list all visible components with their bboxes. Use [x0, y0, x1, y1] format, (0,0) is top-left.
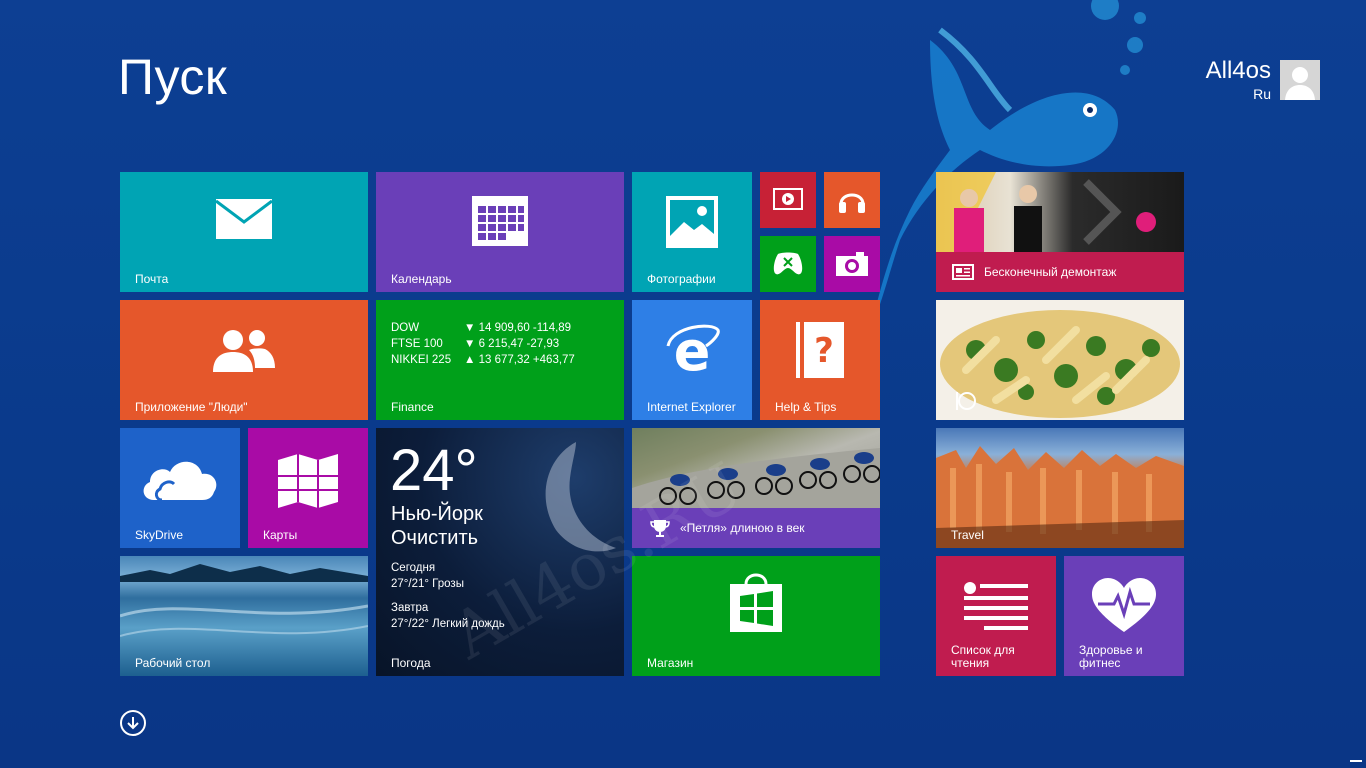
news-photo: [936, 172, 1184, 252]
calendar-icon: [472, 196, 528, 246]
tile-label: SkyDrive: [135, 527, 184, 542]
user-icon: [1285, 67, 1315, 100]
mail-icon: [215, 199, 273, 239]
tile-label: Бесконечный демонтаж: [984, 265, 1117, 279]
tile-people[interactable]: Приложение "Люди": [120, 300, 368, 420]
weather-city: Нью-Йорк: [391, 503, 483, 525]
tile-label: Календарь: [391, 271, 452, 286]
tile-skydrive[interactable]: SkyDrive: [120, 428, 240, 548]
forecast-today-value: 27°/21° Грозы: [391, 578, 464, 590]
tile-travel[interactable]: Travel: [936, 428, 1184, 548]
tile-store[interactable]: Магазин: [632, 556, 880, 676]
quote-value: ▲ 13 677,32 +463,77: [464, 354, 575, 366]
user-name: All4os: [1205, 57, 1271, 84]
tile-desktop[interactable]: Рабочий стол: [120, 556, 368, 676]
start-screen-title: Пуск: [118, 49, 228, 105]
tile-photos[interactable]: Фотографии: [632, 172, 752, 292]
cloud-icon: [143, 461, 217, 502]
reading-list-icon: [964, 582, 1028, 630]
weather-condition: Очистить: [391, 527, 479, 549]
quote-name: DOW: [391, 322, 420, 334]
tile-maps[interactable]: Карты: [248, 428, 368, 548]
tile-internet-explorer[interactable]: e Internet Explorer: [632, 300, 752, 420]
tile-calendar[interactable]: Календарь: [376, 172, 624, 292]
heart-pulse-icon: [1092, 578, 1156, 632]
camera-icon: [836, 252, 868, 276]
minimize-icon[interactable]: [1350, 760, 1362, 762]
tile-label: Список для чтения: [951, 642, 1015, 670]
tile-mail[interactable]: Почта: [120, 172, 368, 292]
quote-value: ▼ 14 909,60 -114,89: [464, 322, 572, 334]
tile-label: Погода: [391, 655, 431, 670]
news-icon: [952, 264, 974, 280]
photo-icon: [666, 196, 718, 248]
tile-label: Приложение "Люди": [135, 399, 248, 414]
tile-food[interactable]: [936, 300, 1184, 420]
forecast-today: Сегодня 27°/21° Грозы: [391, 560, 464, 592]
svg-text:e: e: [674, 322, 711, 378]
finance-quotes: DOW ▼ 14 909,60 -114,89 FTSE 100 ▼ 6 215,4…: [391, 320, 575, 368]
video-icon: [773, 188, 803, 210]
news-caption-bar: Бесконечный демонтаж: [936, 252, 1184, 292]
tile-label: Фотографии: [647, 271, 716, 286]
store-bag-icon: [730, 573, 782, 632]
headphones-icon: [839, 193, 865, 213]
tile-news[interactable]: Бесконечный демонтаж: [936, 172, 1184, 292]
tile-label: Рабочий стол: [135, 655, 211, 670]
tile-label: Internet Explorer: [647, 399, 736, 414]
tile-label-line2: чтения: [951, 655, 990, 670]
forecast-today-label: Сегодня: [391, 562, 436, 574]
tile-label-line1: Здоровье и: [1079, 642, 1143, 657]
help-book-icon: ?: [796, 322, 844, 378]
user-account[interactable]: All4os Ru: [1205, 57, 1271, 103]
tile-music[interactable]: [824, 172, 880, 228]
arrow-down-icon: [127, 717, 139, 730]
tile-camera[interactable]: [824, 236, 880, 292]
internet-explorer-icon: e: [666, 322, 720, 378]
quote-name: NIKKEI 225: [391, 354, 452, 366]
weather-temperature: 24°: [390, 438, 478, 503]
user-sub: Ru: [1253, 86, 1271, 103]
tile-label: Почта: [135, 271, 169, 286]
gamepad-icon: [773, 252, 803, 275]
tile-label: Finance: [391, 399, 434, 414]
svg-text:?: ?: [814, 331, 834, 371]
tile-help-tips[interactable]: ? Help & Tips: [760, 300, 880, 420]
tile-label: Travel: [951, 527, 984, 542]
fork-knife-icon: [956, 392, 976, 410]
tile-reading-list[interactable]: Список для чтения: [936, 556, 1056, 676]
avatar[interactable]: [1280, 60, 1320, 100]
tile-label: Карты: [263, 527, 298, 542]
tile-video[interactable]: [760, 172, 816, 228]
quote-value: ▼ 6 215,47 -27,93: [464, 338, 560, 350]
tile-label: Help & Tips: [775, 399, 837, 414]
tile-label: Магазин: [647, 655, 694, 670]
all-apps-button[interactable]: [120, 710, 146, 736]
tile-health-fitness[interactable]: Здоровье и фитнес: [1064, 556, 1184, 676]
people-icon: [213, 330, 275, 372]
tile-finance[interactable]: DOW ▼ 14 909,60 -114,89 FTSE 100 ▼ 6 215,4…: [376, 300, 624, 420]
tile-label-line2: фитнес: [1079, 655, 1121, 670]
quote-name: FTSE 100: [391, 338, 443, 350]
news-image: [936, 172, 1156, 252]
tile-games[interactable]: [760, 236, 816, 292]
tile-label: Здоровье и фитнес: [1079, 642, 1143, 670]
tile-label-line1: Список для: [951, 642, 1015, 657]
map-icon: [278, 454, 338, 508]
